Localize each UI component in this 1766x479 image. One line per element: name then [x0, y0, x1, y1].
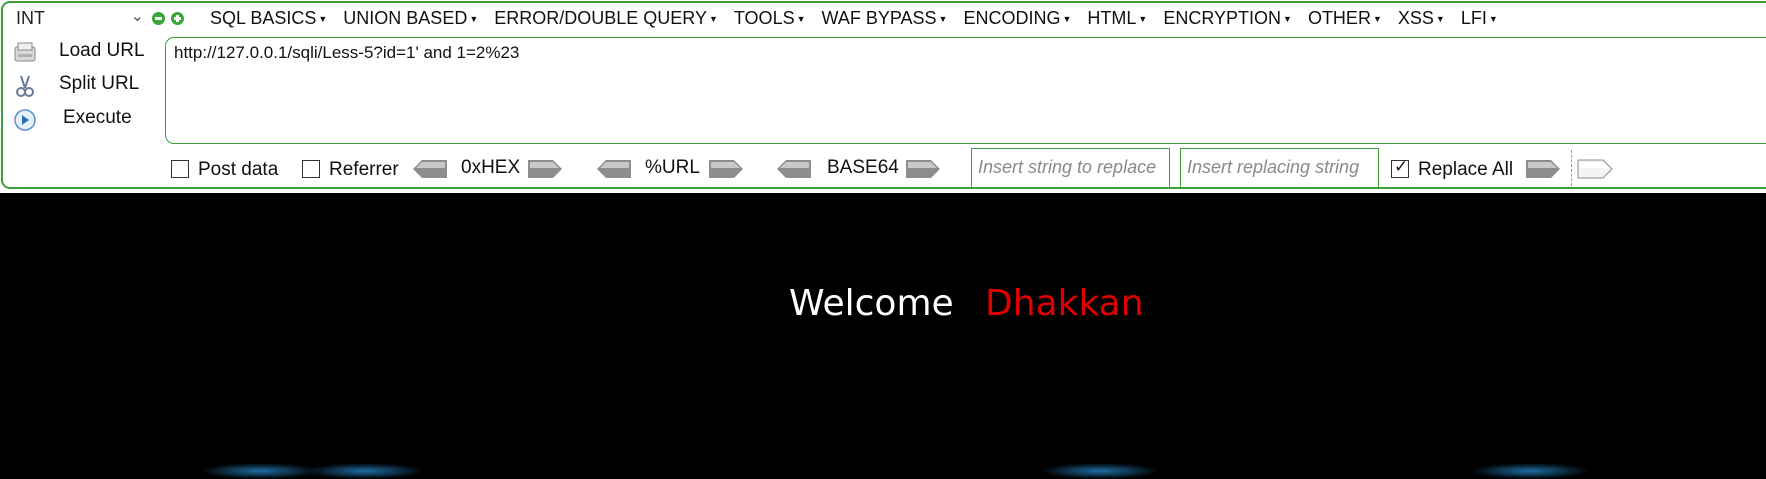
- caret-down-icon: ▼: [318, 14, 328, 24]
- version-select[interactable]: INT ⌄: [16, 8, 144, 30]
- menu-html[interactable]: HTML ▼: [1087, 8, 1147, 32]
- caret-down-icon: ▼: [1488, 14, 1498, 24]
- base64-encode-arrow-icon[interactable]: [905, 159, 941, 179]
- hackbar-toolbar: INT ⌄ SQL BASICS ▼ UNION BASED ▼ ERROR/DOU…: [0, 0, 1766, 193]
- url-textarea[interactable]: http://127.0.0.1/sqli/Less-5?id=1' and 1…: [165, 37, 1766, 144]
- caret-down-icon: ▼: [1062, 14, 1072, 24]
- url-decode-arrow-icon[interactable]: [596, 159, 632, 179]
- caret-down-icon: ▼: [1283, 14, 1292, 24]
- decrease-icon[interactable]: [152, 12, 165, 25]
- referrer-box[interactable]: [302, 160, 320, 178]
- caret-down-icon: ▼: [938, 14, 948, 24]
- execute-label: Execute: [63, 107, 132, 128]
- post-data-label: Post data: [198, 159, 279, 180]
- background-glow: [1040, 463, 1160, 479]
- menu-sql-basics[interactable]: SQL BASICS ▼: [210, 8, 327, 32]
- url-value: http://127.0.0.1/sqli/Less-5?id=1' and 1…: [174, 43, 520, 62]
- hex-encode-arrow-icon[interactable]: [527, 159, 563, 179]
- menu-xss[interactable]: XSS ▼: [1398, 8, 1445, 32]
- menu-waf-bypass[interactable]: WAF BYPASS ▼: [822, 8, 948, 32]
- checkmark-icon: ✓: [1394, 157, 1409, 176]
- chevron-down-icon: ⌄: [130, 8, 144, 25]
- caret-down-icon: ▼: [1435, 14, 1445, 24]
- hex-label: 0xHEX: [461, 157, 521, 178]
- post-data-box[interactable]: [171, 160, 189, 178]
- base64-decode-arrow-icon[interactable]: [776, 159, 812, 179]
- menu-label: ERROR/DOUBLE QUERY: [494, 8, 707, 28]
- load-url-label: Load URL: [59, 40, 145, 61]
- increase-icon[interactable]: [171, 12, 184, 25]
- menu-label: TOOLS: [733, 8, 795, 28]
- caret-down-icon: ▼: [796, 14, 806, 24]
- split-url-label: Split URL: [59, 73, 140, 94]
- menu-encryption[interactable]: ENCRYPTION ▼: [1163, 8, 1292, 32]
- welcome-text: Welcome: [789, 283, 954, 324]
- menu-label: XSS: [1397, 8, 1434, 28]
- menu-other[interactable]: OTHER ▼: [1308, 8, 1382, 32]
- menu-label: SQL BASICS: [210, 8, 317, 28]
- replacing-string-input[interactable]: Insert replacing string: [1180, 148, 1379, 188]
- menu-union-based[interactable]: UNION BASED ▼: [343, 8, 478, 32]
- replace-string-input[interactable]: Insert string to replace: [971, 148, 1170, 188]
- menu-error-double-query[interactable]: ERROR/DOUBLE QUERY ▼: [494, 8, 718, 32]
- menu-label: WAF BYPASS: [821, 8, 937, 28]
- menu-label: ENCRYPTION: [1163, 8, 1282, 28]
- url-encode-arrow-icon[interactable]: [708, 159, 744, 179]
- menu-encoding[interactable]: ENCODING ▼: [963, 8, 1071, 32]
- next-arrow-icon[interactable]: [1577, 159, 1613, 179]
- menu-label: ENCODING: [963, 8, 1061, 28]
- caret-down-icon: ▼: [1372, 14, 1382, 24]
- menu-tools[interactable]: TOOLS ▼: [734, 8, 806, 32]
- background-glow: [1470, 463, 1590, 479]
- replace-string-placeholder: Insert string to replace: [978, 157, 1157, 177]
- background-glow: [200, 463, 320, 479]
- replace-all-label: Replace All: [1418, 159, 1514, 180]
- menu-label: LFI: [1460, 8, 1487, 28]
- hex-decode-arrow-icon[interactable]: [412, 159, 448, 179]
- menu-label: OTHER: [1307, 8, 1371, 28]
- url-encode-label: %URL: [645, 157, 700, 178]
- play-icon: [14, 109, 36, 131]
- caret-down-icon: ▼: [469, 14, 479, 24]
- replace-run-arrow-icon[interactable]: [1525, 159, 1561, 179]
- welcome-name: Dhakkan: [985, 283, 1144, 324]
- base64-label: BASE64: [827, 157, 899, 178]
- separator: [1571, 150, 1572, 186]
- caret-down-icon: ▼: [1138, 14, 1148, 24]
- scissors-icon: [16, 75, 34, 97]
- background-glow: [305, 463, 425, 479]
- menu-bar: SQL BASICS ▼ UNION BASED ▼ ERROR/DOUBLE QU…: [210, 8, 1514, 32]
- menu-label: UNION BASED: [343, 8, 468, 28]
- referrer-label: Referrer: [329, 159, 399, 180]
- load-url-button[interactable]: Load URL: [10, 39, 160, 67]
- menu-lfi[interactable]: LFI ▼: [1461, 8, 1498, 32]
- version-select-value: INT: [16, 8, 45, 28]
- caret-down-icon: ▼: [708, 14, 718, 24]
- replacing-string-placeholder: Insert replacing string: [1187, 157, 1360, 177]
- replace-all-box[interactable]: ✓: [1391, 157, 1409, 178]
- split-url-button[interactable]: Split URL: [10, 72, 160, 100]
- menu-label: HTML: [1087, 8, 1137, 28]
- execute-button[interactable]: Execute: [10, 106, 160, 134]
- load-url-icon: [14, 42, 36, 62]
